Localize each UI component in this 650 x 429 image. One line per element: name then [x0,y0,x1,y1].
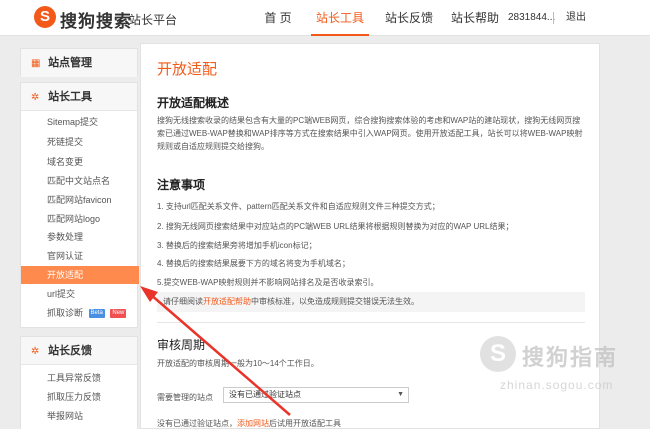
sidebar-item-logo[interactable]: 匹配网站logo [21,210,139,228]
nav-webmaster-tools[interactable]: 站长工具 [311,0,369,36]
brand-subtitle: 站长平台 [129,13,178,27]
notes-heading: 注意事项 [157,178,206,192]
sidebar-item-tool-error[interactable]: 工具异常反馈 [21,369,139,387]
watermark-text: 搜狗指南 [522,345,619,370]
nav-divider [553,12,554,24]
help-tip: 请仔细阅读开放适配帮助中审核标准，以免造成规则提交错误无法生效。 [157,292,585,312]
brand-name[interactable]: 搜狗搜索 [60,7,132,32]
site-select-value: 没有已通过验证站点 [229,390,301,399]
overview-heading: 开放适配概述 [157,96,230,110]
sidebar-item-report-site[interactable]: 举报网站 [21,407,139,425]
page-title: 开放适配 [157,61,218,78]
section-divider [157,322,585,323]
sidebar-item-crawl-pressure[interactable]: 抓取压力反馈 [21,388,139,406]
note-item-1: 1. 支持url匹配关系文件、pattern匹配关系文件和自适应规则文件三种提交… [157,202,440,211]
sidebar-tools: ✲ 站长工具 Sitemap提交 死链提交 域名变更 匹配中文站点名 匹配网站f… [20,82,139,328]
sidebar-item-url-submit[interactable]: url提交 [21,285,139,303]
note-item-2: 2. 搜狗无线网页搜索结果中对应站点的PC端WEB URL结果将根据规则替换为对… [157,222,514,231]
sidebar-item-deadlink[interactable]: 死链提交 [21,133,139,151]
note-item-5: 5.提交WEB-WAP映射规则并不影响网站排名及是否收录索引。 [157,278,379,287]
sidebar-item-favicon[interactable]: 匹配网站favicon [21,191,139,209]
site-select[interactable]: 没有已通过验证站点 ▼ [223,387,409,403]
add-site-link[interactable]: 添加网站 [237,419,269,428]
new-badge: New [110,309,127,319]
nav-feedback[interactable]: 站长反馈 [378,0,440,36]
watermark-logo-icon: S [480,336,516,372]
dropdown-arrow-icon: ▼ [397,391,404,398]
period-heading: 审核周期 [157,338,206,352]
site-select-label: 需要管理的站点 [157,393,213,402]
note-item-4: 4. 替换后的搜索结果展要下方的域名将变为手机域名； [157,259,350,268]
tip-prefix: 请仔细阅读 [163,297,203,306]
sidebar-item-crawl-diagnose[interactable]: 抓取诊断 Beta New [21,304,139,322]
no-site-hint: 没有已通过验证站点，添加网站后试用开放适配工具 [157,418,341,429]
sidebar-feedback: ✲ 站长反馈 工具异常反馈 抓取压力反馈 举报网站 [20,336,138,429]
sidebar-site-manage: ▦ 站点管理 [20,48,138,77]
sidebar-item-official-cert[interactable]: 官网认证 [21,247,139,265]
no-site-hint-prefix: 没有已通过验证站点， [157,419,237,428]
sidebar-tools-header[interactable]: ✲ 站长工具 [21,83,137,111]
beta-badge: Beta [88,309,105,319]
sidebar-tools-title: 站长工具 [48,91,93,103]
sidebar-feedback-header[interactable]: ✲ 站长反馈 [21,337,137,365]
tip-suffix: 中审核标准，以免造成规则提交错误无法生效。 [251,297,419,306]
sidebar-item-crawl-diagnose-label: 抓取诊断 [47,308,84,318]
overview-text: 搜狗无线搜索收录的结果包含有大量的PC端WEB网页，综合搜狗搜索体验的考虑和WA… [157,116,583,151]
sidebar-site-manage-header[interactable]: ▦ 站点管理 [21,49,137,77]
sidebar-item-sitemap[interactable]: Sitemap提交 [21,113,139,131]
sidebar-item-open-adapt[interactable]: 开放适配 [21,266,139,284]
sidebar-site-manage-title: 站点管理 [48,57,93,69]
grid-icon: ▦ [31,58,41,69]
logout-link[interactable]: 退出 [566,0,586,36]
sidebar-item-site-name[interactable]: 匹配中文站点名 [21,172,139,190]
gear-icon: ✲ [31,346,40,357]
nav-home[interactable]: 首 页 [254,0,302,36]
sidebar-item-domain-change[interactable]: 域名变更 [21,153,139,171]
no-site-hint-suffix: 后试用开放适配工具 [269,419,341,428]
sogou-logo-icon[interactable]: S [34,6,56,28]
top-header: S 搜狗搜索 站长平台 首 页 站长工具 站长反馈 站长帮助 2831844..… [0,0,650,36]
open-adapt-help-link[interactable]: 开放适配帮助 [203,297,251,306]
sidebar-item-params[interactable]: 参数处理 [21,228,139,246]
gear-icon: ✲ [31,92,40,103]
sidebar-feedback-title: 站长反馈 [48,345,93,357]
user-id[interactable]: 2831844... [508,0,555,36]
nav-help[interactable]: 站长帮助 [446,0,504,36]
watermark-url: zhinan.sogou.com [500,378,614,392]
note-item-3: 3. 替换后的搜索结果旁将增加手机icon标记； [157,241,317,250]
